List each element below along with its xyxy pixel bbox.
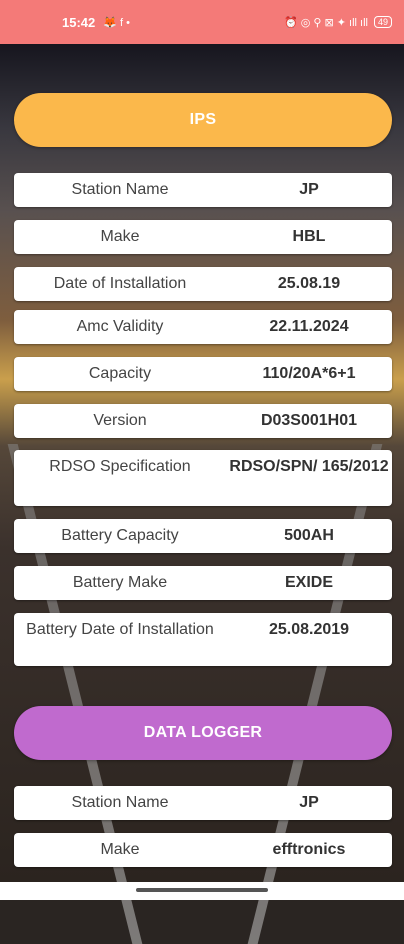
row-value: JP <box>299 181 319 198</box>
row-value: RDSO/SPN/ 165/2012 <box>229 458 389 475</box>
ips-section-button[interactable]: IPS <box>14 93 392 147</box>
system-status-icons: ⏰ ◎ ⚲ ⊠ ✦ ıll ıll <box>283 16 368 29</box>
row-value: 25.08.19 <box>277 275 341 292</box>
row-label: Battery Make <box>72 574 168 591</box>
system-icons: ⏰ ◎ ⚲ ⊠ ✦ ıll ıll 49 <box>284 16 392 29</box>
status-bar: 15:42 🦊 f • ⏰ ◎ ⚲ ⊠ ✦ ıll ıll 49 <box>0 0 404 44</box>
info-row-station-name: Station Name JP <box>14 786 392 820</box>
row-value: efftronics <box>272 841 346 858</box>
info-row-rdso-specification: RDSO Specification RDSO/SPN/ 165/2012 <box>14 450 392 506</box>
info-row-battery-date-of-installation: Battery Date of Installation 25.08.2019 <box>14 613 392 666</box>
row-value: 25.08.2019 <box>268 621 350 638</box>
info-row-version: Version D03S001H01 <box>14 404 392 438</box>
notification-icons: 🦊 f • <box>103 16 130 29</box>
navigation-bar <box>0 882 404 900</box>
row-value: D03S001H01 <box>260 412 358 429</box>
row-value: JP <box>299 794 319 811</box>
info-row-battery-make: Battery Make EXIDE <box>14 566 392 600</box>
row-value: 500AH <box>284 527 334 544</box>
info-row-amc-validity: Amc Validity 22.11.2024 <box>14 310 392 344</box>
row-label: RDSO Specification <box>49 458 191 475</box>
row-value: HBL <box>292 228 326 245</box>
home-gesture-handle[interactable] <box>136 888 268 892</box>
row-label: Make <box>100 841 140 858</box>
row-label: Station Name <box>71 181 169 198</box>
info-row-capacity: Capacity 110/20A*6+1 <box>14 357 392 391</box>
info-row-make: Make efftronics <box>14 833 392 867</box>
row-label: Date of Installation <box>53 275 187 292</box>
battery-icon: 49 <box>373 16 392 28</box>
info-row-battery-capacity: Battery Capacity 500AH <box>14 519 392 553</box>
info-row-date-of-installation: Date of Installation 25.08.19 <box>14 267 392 301</box>
data-logger-section-button[interactable]: DATA LOGGER <box>14 706 392 760</box>
row-label: Capacity <box>88 365 152 382</box>
info-row-station-name: Station Name JP <box>14 173 392 207</box>
row-label: Version <box>93 412 147 429</box>
info-row-make: Make HBL <box>14 220 392 254</box>
row-label: Battery Capacity <box>61 527 179 544</box>
row-label: Station Name <box>71 794 169 811</box>
status-time: 15:42 <box>62 14 96 30</box>
row-value: EXIDE <box>284 574 333 591</box>
row-label: Amc Validity <box>76 318 164 335</box>
row-label: Battery Date of Installation <box>26 621 214 638</box>
row-value: 110/20A*6+1 <box>262 365 356 382</box>
row-label: Make <box>100 228 140 245</box>
row-value: 22.11.2024 <box>269 318 349 335</box>
